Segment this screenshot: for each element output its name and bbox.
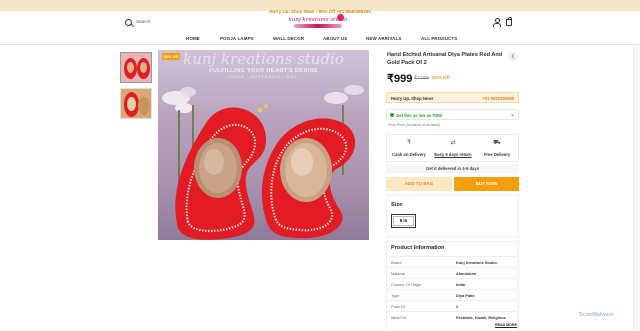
gallery-thumbnail[interactable]: [120, 88, 152, 119]
info-value: Kunj Kreations Studio: [456, 260, 497, 265]
info-value: India: [456, 282, 466, 287]
offer-tag-icon: [390, 113, 394, 117]
offer-text: Get this as low as ₹850: [396, 112, 443, 118]
nav-item-pooja-lamps[interactable]: POOJA LAMPS: [220, 36, 254, 41]
info-row: Pack Of 2: [387, 300, 518, 311]
info-key: Ideal For: [391, 315, 407, 320]
offer-dropdown[interactable]: Get this as low as ₹850 ⌄: [386, 109, 519, 120]
product-mrp: ₹2,099: [414, 76, 430, 81]
user-account-icon[interactable]: [493, 18, 501, 27]
logo-badge-icon: [337, 14, 344, 21]
service-returns[interactable]: ⇄ Easy 5 days return: [431, 135, 475, 162]
nav-item-about-us[interactable]: ABOUT US: [323, 36, 347, 41]
image-watermark-countries: INDIA · AUSTRALIA · USA: [229, 75, 298, 79]
site-header: Search kunj kreations studio: [0, 11, 640, 35]
size-selector: Size 5 in: [386, 195, 519, 237]
nav-item-all-products[interactable]: ALL PRODUCTS: [421, 36, 457, 41]
share-icon[interactable]: ⟨: [508, 52, 518, 62]
contact-phone[interactable]: +91-9540386385: [482, 96, 514, 101]
info-value: 2: [456, 304, 459, 309]
service-cod: ₹ Cash on Delivery: [387, 135, 431, 162]
truck-icon: ⛟: [493, 140, 501, 146]
rupee-icon: ₹: [407, 140, 411, 146]
gallery-thumbnail[interactable]: [120, 52, 152, 83]
main-navigation: HOME POOJA LAMPS WALL DECOR ABOUT US NEW…: [0, 34, 640, 45]
service-free-delivery: ⛟ Free Delivery: [475, 135, 519, 162]
search-input[interactable]: Search: [136, 19, 150, 24]
service-highlights: ₹ Cash on Delivery ⇄ Easy 5 days return …: [386, 134, 519, 162]
service-label: Free Delivery: [483, 152, 511, 157]
info-row: Brand Kunj Kreations Studio: [387, 256, 518, 267]
chevron-down-icon: ⌄: [509, 112, 515, 118]
info-value: Aluminium: [456, 271, 477, 276]
read-more-link[interactable]: READ MORE: [495, 323, 517, 327]
product-information: Product Information Brand Kunj Kreations…: [386, 241, 519, 331]
info-key: Pack Of: [391, 304, 405, 309]
nav-item-home[interactable]: HOME: [186, 36, 200, 41]
service-label: Cash on Delivery: [392, 152, 426, 157]
product-price: ₹999: [387, 73, 413, 85]
info-row: Material Aluminium: [387, 267, 518, 278]
size-heading: Size: [391, 202, 403, 208]
delivery-estimate: Get it delivered in 4-9 days: [386, 164, 519, 173]
image-watermark-tagline: FULFILLING YOUR HEART'S DESIRE: [209, 68, 318, 74]
logo-ribbon: [294, 24, 342, 28]
product-main-image[interactable]: kunj kreations studio FULFILLING YOUR HE…: [158, 50, 369, 240]
info-key: Type: [391, 293, 400, 298]
announcement-bar: Hurry Up, Shop Now! - 50% Off +91-954038…: [0, 0, 640, 14]
hurry-text: Hurry Up, Shop Now!: [391, 95, 434, 101]
info-value: Diya Plate: [456, 293, 475, 298]
discount-label: 52% Off: [432, 76, 450, 81]
buy-now-button[interactable]: BUY NOW: [454, 177, 519, 191]
return-icon: ⇄: [450, 140, 456, 146]
hurry-banner: Hurry Up, Shop Now! +91-9540386385: [386, 92, 519, 103]
add-to-bag-button[interactable]: ADD TO BAG: [386, 177, 452, 191]
scanmalware-watermark: ScanMalware: [579, 312, 614, 318]
info-row: Ideal For Festivals, Diwali, Religious: [387, 311, 518, 322]
info-key: Country Of Origin: [391, 282, 422, 287]
site-logo[interactable]: kunj kreations studio: [288, 14, 348, 34]
image-watermark-brand: kunj kreations studio: [183, 50, 344, 68]
info-row: Type Diya Plate: [387, 289, 518, 300]
info-value: Festivals, Diwali, Religious: [456, 315, 506, 320]
nav-item-new-arrivals[interactable]: NEW ARRIVALS: [366, 36, 401, 41]
tax-note: Final Price (inclusive of all taxes): [388, 123, 441, 127]
product-info-heading: Product Information: [391, 245, 445, 251]
sale-badge: 50% Off: [162, 53, 180, 60]
info-key: Brand: [391, 260, 402, 265]
shopping-bag-icon[interactable]: [506, 17, 512, 26]
info-key: Material: [391, 271, 405, 276]
service-label[interactable]: Easy 5 days return: [431, 152, 475, 157]
product-title: Hand Etched Artisanal Diya Plates Red An…: [387, 52, 503, 66]
nav-item-wall-decor[interactable]: WALL DECOR: [273, 36, 304, 41]
page-scrollbar[interactable]: [633, 45, 640, 331]
search-icon[interactable]: [125, 19, 132, 26]
info-row: Country Of Origin India: [387, 278, 518, 289]
size-option-5in[interactable]: 5 in: [391, 214, 416, 228]
